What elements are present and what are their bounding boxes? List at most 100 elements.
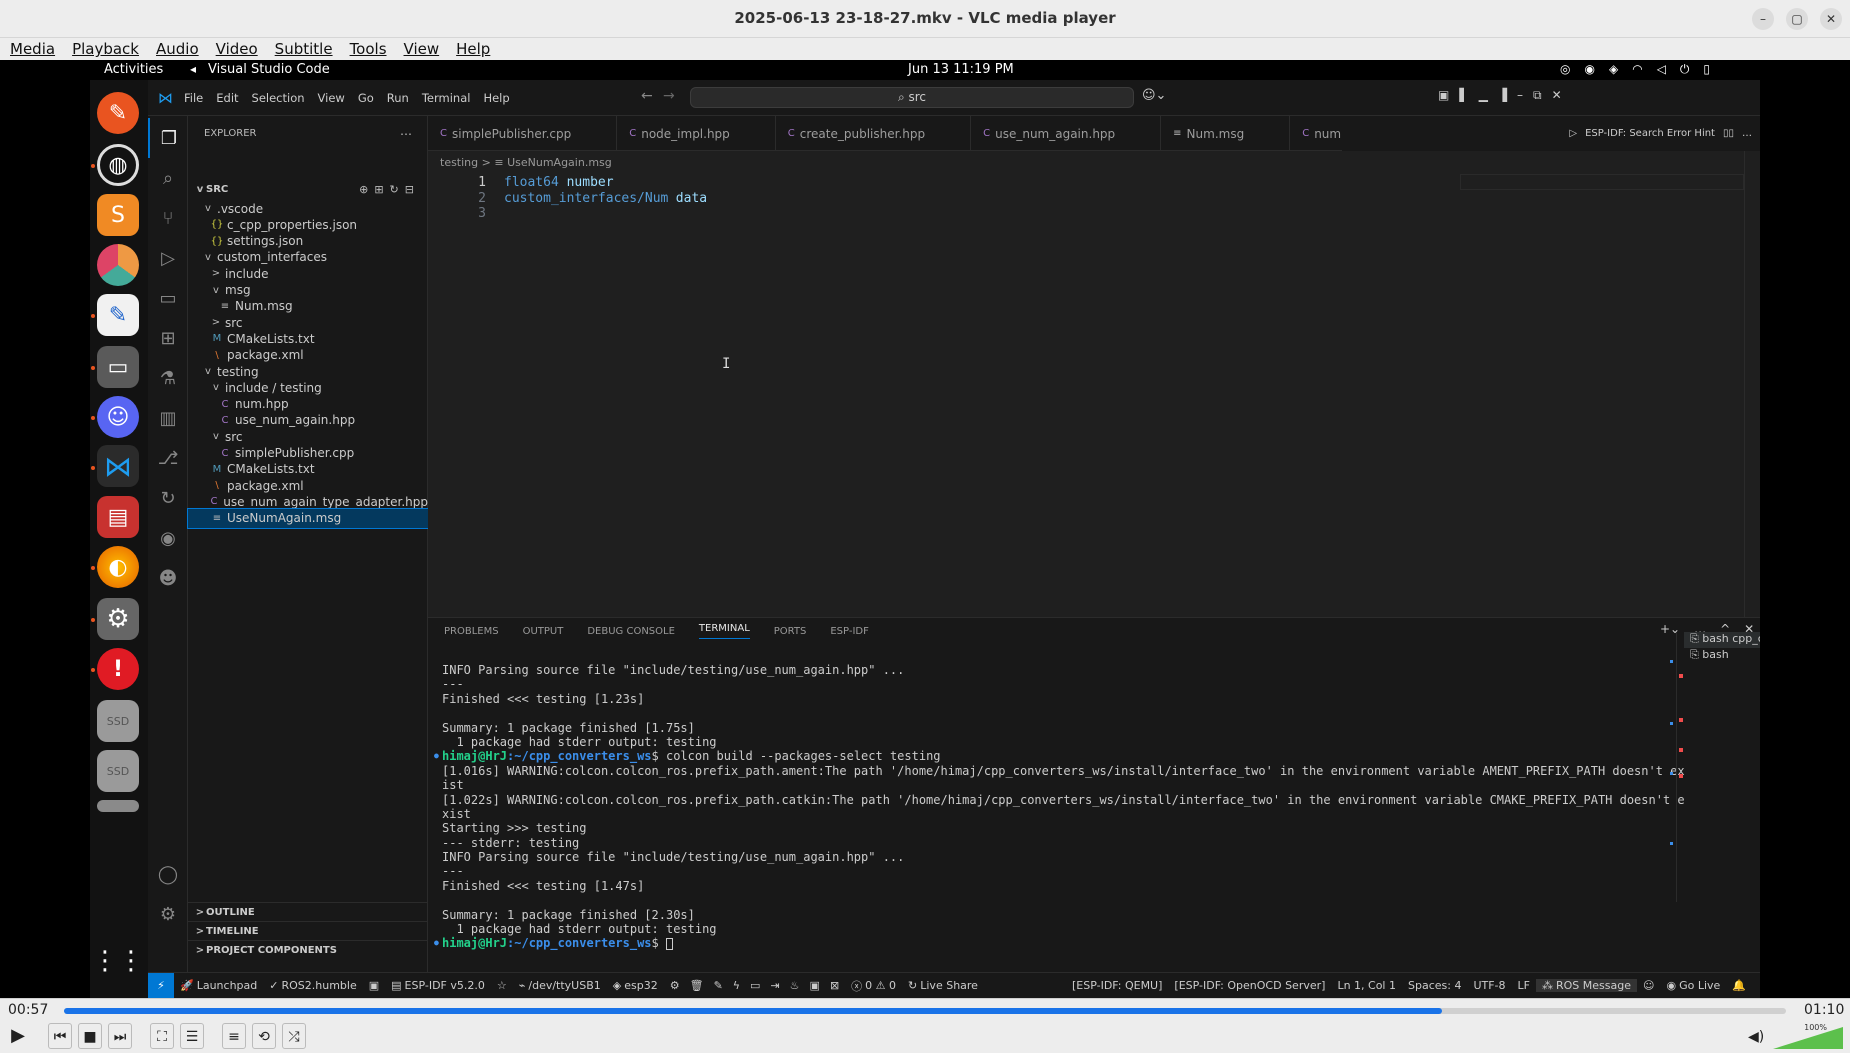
shuffle-button[interactable]: ⤮: [282, 1023, 306, 1049]
git-graph-icon[interactable]: ⎇: [148, 438, 188, 478]
extended-settings-button[interactable]: ☰: [180, 1023, 204, 1049]
panel-tab-ports[interactable]: PORTS: [774, 626, 807, 637]
editor-tab[interactable]: Cnode_impl.hpp: [617, 116, 776, 150]
playlist-button[interactable]: ≡: [222, 1023, 246, 1049]
maximize-button[interactable]: ▢: [1786, 8, 1808, 30]
pie-chart-app-icon[interactable]: [97, 244, 139, 286]
terminal-app-icon[interactable]: ▤: [97, 496, 139, 538]
postman-icon[interactable]: ✎: [97, 92, 139, 134]
remote-explorer-icon[interactable]: ▭: [148, 278, 188, 318]
elapsed-time[interactable]: 00:57: [8, 1002, 48, 1018]
command-center[interactable]: ⌕ src: [690, 87, 1134, 108]
wrench-icon[interactable]: ✎: [714, 979, 723, 992]
menu-run[interactable]: Run: [387, 91, 409, 105]
port-status[interactable]: ⌁/dev/ttyUSB1: [513, 979, 607, 992]
ubuntu-pro-icon[interactable]: ◎: [1560, 62, 1570, 77]
fullscreen-button[interactable]: ⛶: [150, 1023, 174, 1049]
volume-icon[interactable]: ◁: [1657, 62, 1666, 77]
sublime-text-icon[interactable]: S: [97, 194, 139, 236]
panel-tab-problems[interactable]: PROBLEMS: [444, 626, 499, 637]
esp-idf-icon[interactable]: ◉: [148, 518, 188, 558]
menu-media[interactable]: Media: [10, 40, 55, 58]
vscode-icon[interactable]: ⋈: [97, 445, 139, 487]
activities-button[interactable]: Activities: [104, 62, 163, 77]
copilot-status-icon[interactable]: ☺: [1637, 979, 1660, 992]
esp-idf-version-status[interactable]: ▤ ESP-IDF v5.2.0: [385, 979, 491, 992]
ros-status[interactable]: ✓ ROS2.humble: [263, 979, 362, 992]
panel-tab-debug-console[interactable]: DEBUG CONSOLE: [587, 626, 675, 637]
loop-button[interactable]: ⟲: [252, 1023, 276, 1049]
cursor-position[interactable]: Ln 1, Col 1: [1331, 979, 1402, 992]
code-editor[interactable]: testing > ≡ UseNumAgain.msg 1 float64 numb…: [428, 151, 1760, 617]
copilot-icon[interactable]: ☺⌄: [1142, 88, 1166, 103]
battery-icon[interactable]: ▯: [1703, 62, 1710, 77]
toggle-sidebar-icon[interactable]: ▌: [1459, 88, 1468, 103]
settings-icon[interactable]: ⚙: [97, 598, 139, 640]
terminal-list-item-1[interactable]: ⎘ bash cpp_c...: [1684, 632, 1760, 648]
nav-forward-icon[interactable]: →: [663, 88, 675, 104]
launchpad-status[interactable]: 🚀 Launchpad: [174, 979, 263, 992]
menu-help[interactable]: Help: [456, 40, 490, 58]
menu-edit[interactable]: Edit: [216, 91, 238, 105]
editor-scrollbar[interactable]: [1744, 151, 1754, 617]
menu-subtitle[interactable]: Subtitle: [275, 40, 333, 58]
menu-audio[interactable]: Audio: [156, 40, 199, 58]
panel-tab-esp-idf[interactable]: ESP-IDF: [830, 626, 869, 637]
workspace-root[interactable]: v SRC ⊕⊞↻⊟: [188, 180, 428, 199]
project-components-section[interactable]: > PROJECT COMPONENTS: [188, 940, 428, 959]
encoding[interactable]: UTF-8: [1467, 979, 1511, 992]
ssd-drive-icon-2[interactable]: SSD: [97, 750, 139, 792]
manage-gear-icon[interactable]: ⚙: [148, 894, 188, 934]
menu-file[interactable]: File: [184, 91, 203, 105]
trash-icon[interactable]: 🗑: [690, 979, 704, 992]
update-icon[interactable]: ◈: [1609, 62, 1618, 77]
menu-view[interactable]: View: [318, 91, 345, 105]
seek-bar[interactable]: [64, 1008, 1786, 1014]
power-icon[interactable]: ⏻: [1680, 62, 1690, 77]
target-status[interactable]: ◈ esp32: [607, 979, 664, 992]
extensions-icon[interactable]: ⊞: [148, 318, 188, 358]
terminal-list-item-2[interactable]: ⎘ bash: [1684, 648, 1760, 664]
end-of-line[interactable]: LF: [1512, 979, 1536, 992]
fire-icon[interactable]: ♨: [790, 979, 800, 992]
explorer-actions-icon[interactable]: ⊕⊞↻⊟: [359, 183, 420, 196]
run-icon[interactable]: ▷: [1569, 128, 1577, 139]
text-editor-icon[interactable]: ✎: [97, 294, 139, 336]
monitor-icon[interactable]: ▭: [750, 979, 760, 992]
menu-go[interactable]: Go: [358, 91, 374, 105]
live-share-icon[interactable]: ↻: [148, 478, 188, 518]
volume-slider[interactable]: 100%: [1773, 1023, 1843, 1049]
editor-tab[interactable]: Ccreate_publisher.hpp: [776, 116, 972, 150]
close-button[interactable]: ✕: [1820, 8, 1842, 30]
build-flash-icon[interactable]: ⇥: [770, 979, 779, 992]
next-button[interactable]: ⏭: [108, 1023, 132, 1049]
language-mode[interactable]: ⁂ ROS Message: [1536, 979, 1637, 992]
error-report-icon[interactable]: !: [97, 648, 139, 690]
testing-icon[interactable]: ⚗: [148, 358, 188, 398]
panel-tab-output[interactable]: OUTPUT: [523, 626, 564, 637]
breadcrumb-file[interactable]: UseNumAgain.msg: [507, 156, 612, 169]
outline-section[interactable]: > OUTLINE: [188, 902, 428, 921]
remote-indicator-icon[interactable]: ⚡: [148, 972, 174, 998]
star-icon[interactable]: ☆: [491, 979, 513, 992]
clock[interactable]: Jun 13 11:19 PM: [908, 62, 1014, 77]
account-icon[interactable]: ◯: [148, 854, 188, 894]
previous-button[interactable]: ⏮: [48, 1023, 72, 1049]
search-view-icon[interactable]: ⌕: [148, 158, 188, 198]
speaker-icon[interactable]: ◀): [1748, 1029, 1764, 1045]
source-control-icon[interactable]: ⑂: [148, 198, 188, 238]
menu-selection[interactable]: Selection: [252, 91, 305, 105]
more-actions-icon[interactable]: …: [1742, 128, 1752, 139]
explorer-more-icon[interactable]: …: [400, 124, 412, 138]
minimize-button[interactable]: –: [1752, 8, 1774, 30]
folder-status-icon[interactable]: ▣: [363, 979, 385, 992]
focused-app-name[interactable]: Visual Studio Code: [208, 62, 330, 77]
cmake-icon[interactable]: ▥: [148, 398, 188, 438]
firefox-icon[interactable]: ◐: [97, 546, 139, 588]
terminal-scrollbar[interactable]: [1676, 632, 1684, 902]
panel-tab-terminal[interactable]: TERMINAL: [698, 623, 750, 639]
menu-video[interactable]: Video: [216, 40, 258, 58]
window-restore-icon[interactable]: ⧉: [1533, 88, 1542, 103]
editor-tab[interactable]: CsimplePublisher.cpp: [428, 116, 618, 150]
play-button[interactable]: ▶: [4, 1023, 32, 1049]
